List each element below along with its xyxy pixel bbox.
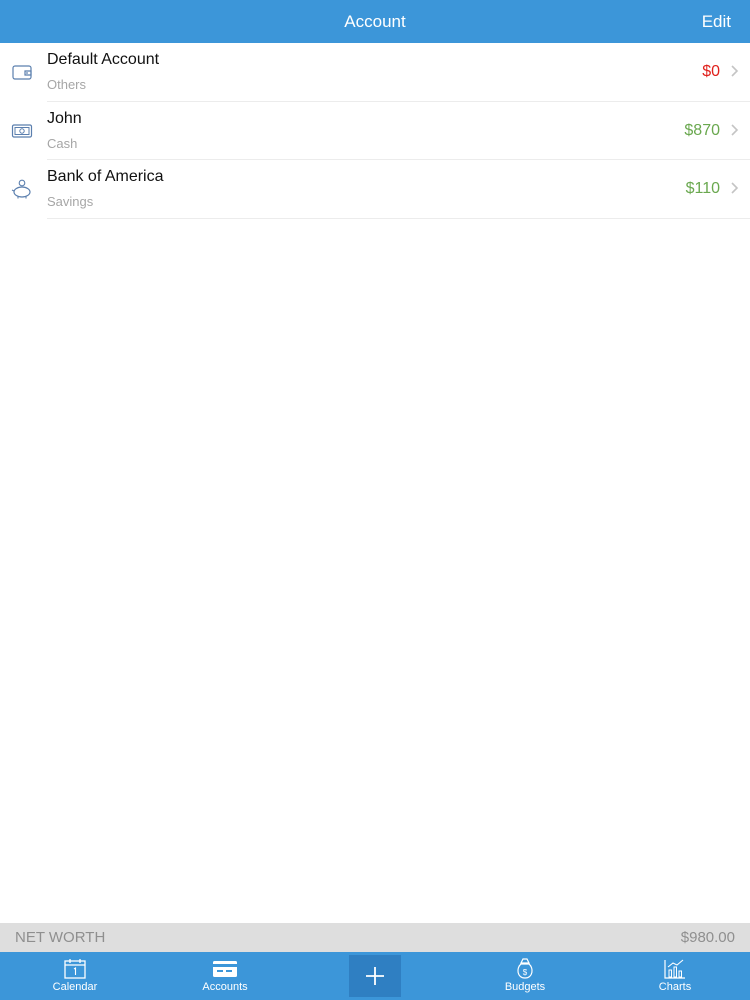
app-root: Account Edit Default Account Others $0 J… bbox=[0, 0, 750, 1000]
tab-charts[interactable]: Charts bbox=[625, 952, 725, 1000]
money-bag-icon: $ bbox=[512, 958, 538, 980]
chevron-right-icon bbox=[730, 123, 739, 137]
account-type: Cash bbox=[47, 135, 78, 151]
account-name: John bbox=[47, 109, 82, 127]
edit-button[interactable]: Edit bbox=[702, 0, 731, 43]
net-worth-label: NET WORTH bbox=[15, 929, 106, 946]
page-title: Account bbox=[344, 12, 406, 31]
tab-label: Accounts bbox=[202, 981, 248, 993]
chart-icon bbox=[662, 958, 688, 980]
piggy-bank-icon bbox=[11, 178, 33, 200]
account-type: Others bbox=[47, 77, 87, 92]
account-balance: $870 bbox=[684, 121, 720, 139]
wallet-icon bbox=[11, 61, 33, 83]
account-name: Default Account bbox=[47, 51, 160, 68]
tab-label: Budgets bbox=[504, 981, 546, 993]
account-balance: $110 bbox=[685, 180, 720, 197]
calendar-icon bbox=[62, 958, 88, 980]
account-type: Savings bbox=[47, 194, 94, 209]
tab-budgets[interactable]: $ Budgets bbox=[475, 952, 575, 1000]
plus-icon bbox=[366, 967, 384, 985]
net-worth-value: $980.00 bbox=[680, 929, 735, 946]
tab-label: Charts bbox=[658, 981, 692, 993]
tab-accounts[interactable]: Accounts bbox=[175, 952, 275, 1000]
account-name: Bank of America bbox=[47, 168, 164, 185]
svg-text:$: $ bbox=[523, 968, 528, 977]
cash-icon bbox=[11, 120, 33, 142]
add-transaction-button[interactable] bbox=[349, 955, 401, 997]
nav-bar: Account Edit bbox=[0, 0, 750, 43]
account-list: Default Account Others $0 John Cash $870… bbox=[0, 43, 750, 219]
chevron-right-icon bbox=[730, 64, 739, 78]
account-balance: $0 bbox=[702, 63, 720, 80]
tab-calendar[interactable]: Calendar bbox=[25, 952, 125, 1000]
tab-label: Calendar bbox=[52, 981, 98, 993]
account-row-default[interactable]: Default Account Others $0 bbox=[0, 43, 750, 102]
account-row-john[interactable]: John Cash $870 bbox=[0, 102, 750, 161]
account-row-bank-of-america[interactable]: Bank of America Savings $110 bbox=[0, 160, 750, 219]
chevron-right-icon bbox=[730, 181, 739, 195]
card-icon bbox=[212, 958, 238, 980]
net-worth-bar: NET WORTH $980.00 bbox=[0, 923, 750, 952]
tab-bar: Calendar Accounts $ Budgets Charts bbox=[0, 952, 750, 1000]
